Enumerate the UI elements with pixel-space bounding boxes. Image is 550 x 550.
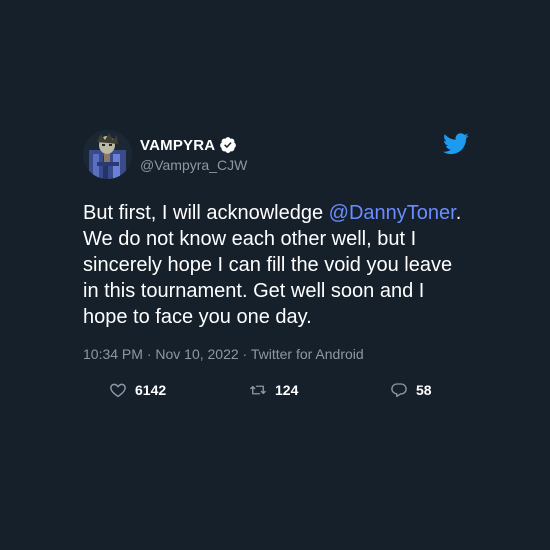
verified-badge-icon bbox=[219, 136, 237, 154]
retweet-icon bbox=[250, 385, 266, 395]
reply-count: 58 bbox=[416, 382, 432, 398]
avatar-image bbox=[83, 130, 132, 179]
author-names: VAMPYRA @Vampyra_CJW bbox=[140, 135, 247, 174]
retweet-button[interactable]: 124 bbox=[249, 381, 298, 399]
reply-button[interactable]: 58 bbox=[390, 381, 432, 399]
like-button[interactable]: 6142 bbox=[109, 381, 166, 399]
avatar[interactable] bbox=[83, 130, 132, 179]
retweet-count: 124 bbox=[275, 382, 299, 398]
author-handle[interactable]: @Vampyra_CJW bbox=[140, 157, 247, 173]
tweet-header: VAMPYRA @Vampyra_CJW bbox=[83, 130, 483, 182]
display-name[interactable]: VAMPYRA bbox=[140, 137, 215, 154]
twitter-bird-icon[interactable] bbox=[443, 133, 469, 155]
like-count: 6142 bbox=[135, 382, 167, 398]
display-name-row: VAMPYRA bbox=[140, 135, 247, 155]
tweet-meta[interactable]: 10:34 PM · Nov 10, 2022 · Twitter for An… bbox=[83, 346, 483, 362]
reply-bubble-icon bbox=[391, 383, 407, 398]
tweet-actions: 6142 124 58 bbox=[83, 381, 483, 401]
heart-icon bbox=[110, 383, 126, 398]
mention-link[interactable]: @DannyToner bbox=[329, 202, 456, 224]
tweet-card: VAMPYRA @Vampyra_CJW But first, I will a… bbox=[83, 130, 483, 401]
tweet-body: But first, I will acknowledge @DannyTone… bbox=[83, 200, 473, 330]
tweet-text-part-1: But first, I will acknowledge bbox=[83, 202, 329, 224]
